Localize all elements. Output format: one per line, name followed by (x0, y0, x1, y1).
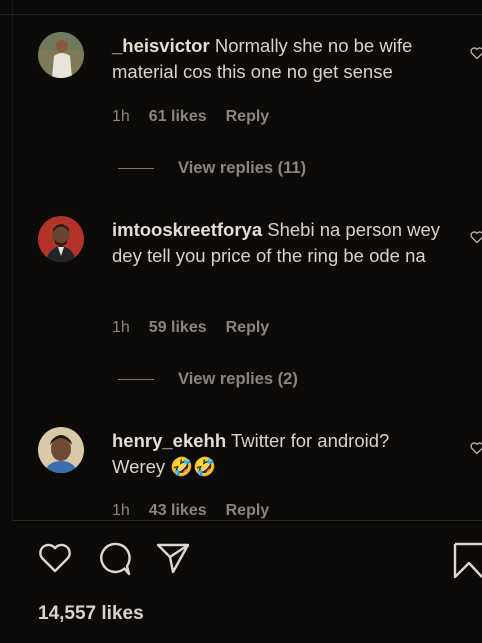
comment-time: 1h (112, 319, 130, 336)
heart-icon[interactable] (37, 540, 73, 576)
like-comment-heart-icon[interactable] (470, 230, 482, 244)
replies-dash (118, 379, 154, 380)
comment-text: imtooskreetforya Shebi na person wey dey… (112, 217, 447, 269)
view-replies-button[interactable]: View replies (2) (118, 370, 298, 389)
comment-time: 1h (112, 502, 130, 519)
post-action-bar (0, 540, 482, 582)
avatar[interactable] (38, 32, 84, 78)
view-replies-button[interactable]: View replies (11) (118, 159, 306, 178)
comment-likes[interactable]: 43 likes (149, 502, 207, 520)
action-bar-divider (12, 520, 482, 521)
comments-list[interactable]: _heisvictor Normally she no be wife mate… (0, 0, 482, 520)
view-replies-label: View replies (11) (178, 159, 307, 177)
comment-time: 1h (112, 108, 130, 125)
comment-username[interactable]: imtooskreetforya (112, 219, 262, 240)
comment-likes[interactable]: 59 likes (149, 319, 207, 337)
comment-username[interactable]: _heisvictor (112, 35, 210, 56)
like-comment-heart-icon[interactable] (470, 46, 482, 60)
comment-meta: 1h 61 likes Reply (112, 108, 269, 126)
reply-button[interactable]: Reply (226, 108, 270, 126)
bookmark-icon[interactable] (452, 542, 482, 580)
comment-text: _heisvictor Normally she no be wife mate… (112, 33, 447, 85)
comment-likes[interactable]: 61 likes (149, 108, 207, 126)
avatar[interactable] (38, 427, 84, 473)
reply-button[interactable]: Reply (226, 502, 270, 520)
reply-button[interactable]: Reply (226, 319, 270, 337)
comment-meta: 1h 43 likes Reply (112, 502, 269, 520)
like-comment-heart-icon[interactable] (470, 441, 482, 455)
replies-dash (118, 168, 154, 169)
view-replies-label: View replies (2) (178, 370, 298, 388)
comment-meta: 1h 59 likes Reply (112, 319, 269, 337)
share-icon[interactable] (155, 540, 191, 576)
comment-icon[interactable] (96, 540, 132, 578)
avatar[interactable] (38, 216, 84, 262)
post-likes-count[interactable]: 14,557 likes (38, 603, 144, 625)
comment-text: henry_ekehh Twitter for android? Werey 🤣… (112, 428, 447, 480)
comment-username[interactable]: henry_ekehh (112, 430, 226, 451)
